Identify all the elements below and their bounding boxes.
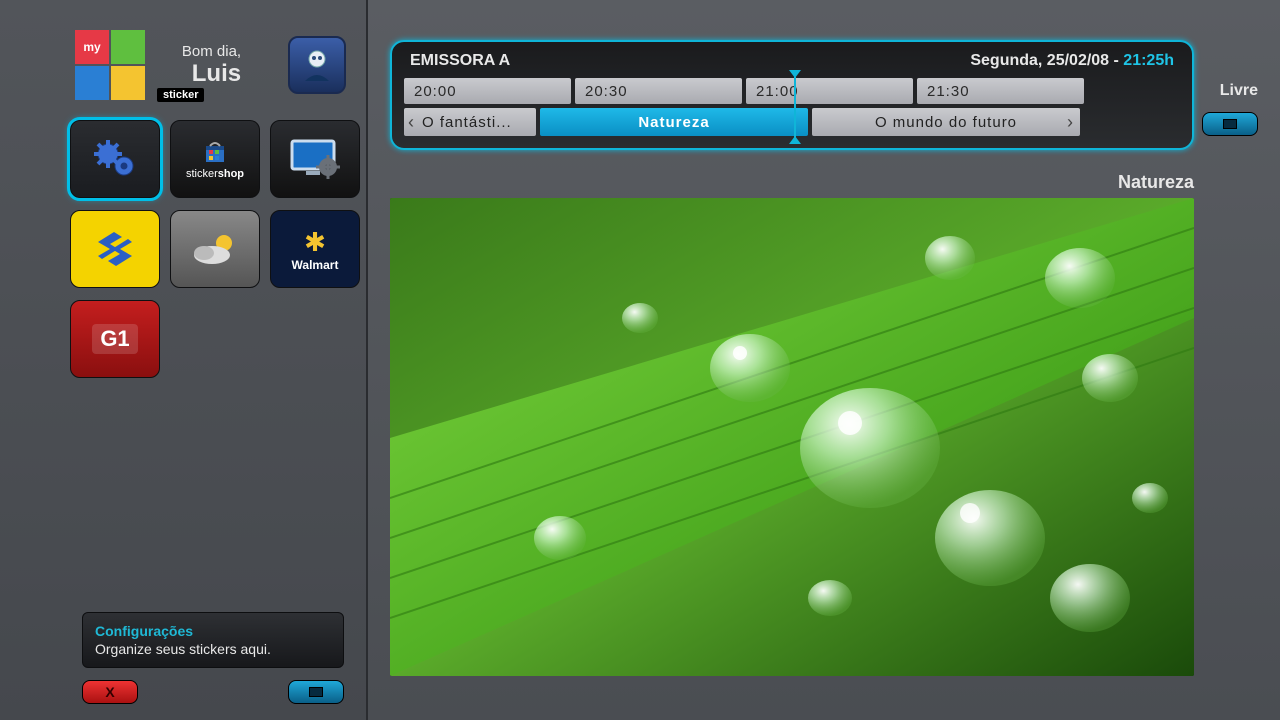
walmart-spark-icon: ✱ xyxy=(304,227,326,258)
time-slot: 20:30 xyxy=(575,78,742,104)
app-logo: my xyxy=(75,30,145,100)
channel-name: EMISSORA A xyxy=(410,52,510,70)
slot-icon xyxy=(309,687,323,697)
header: my sticker Bom dia, Luis xyxy=(75,30,346,100)
shopping-bag-icon xyxy=(201,138,229,166)
info-box: Configurações Organize seus stickers aqu… xyxy=(82,612,344,668)
program-next[interactable]: O mundo do futuro xyxy=(812,108,1080,136)
avatar[interactable] xyxy=(288,36,346,94)
app-label: Walmart xyxy=(292,258,339,272)
logo-label: sticker xyxy=(157,88,204,102)
info-text: Organize seus stickers aqui. xyxy=(95,641,331,657)
bb-logo-icon xyxy=(90,224,140,274)
app-grid: stickershop ✱ Walmart xyxy=(70,120,360,378)
sidebar: my sticker Bom dia, Luis xyxy=(0,0,368,720)
logo-quadrant xyxy=(111,30,145,64)
time-slots: 20:00 20:30 21:00 21:30 xyxy=(404,78,1084,104)
program-row: O fantásti... Natureza O mundo do futuro xyxy=(404,108,1084,136)
gear-icon xyxy=(90,134,140,184)
app-tile-weather[interactable] xyxy=(170,210,260,288)
weather-icon xyxy=(188,229,242,269)
app-tile-stickershop[interactable]: stickershop xyxy=(170,120,260,198)
epg-status: Livre xyxy=(1220,82,1258,100)
app-tile-tv-settings[interactable] xyxy=(270,120,360,198)
logo-quadrant: my xyxy=(75,30,109,64)
greeting: Bom dia, Luis xyxy=(182,43,241,88)
now-indicator xyxy=(794,76,796,138)
app-label: G1 xyxy=(92,324,137,354)
time-slot: 20:00 xyxy=(404,78,571,104)
datetime: Segunda, 25/02/08 - 21:25h xyxy=(970,52,1174,70)
program-current[interactable]: Natureza xyxy=(540,108,808,136)
app-label: stickershop xyxy=(186,168,244,180)
nature-image xyxy=(390,198,1194,676)
video-preview[interactable] xyxy=(390,198,1194,676)
epg-panel: EMISSORA A Segunda, 25/02/08 - 21:25h 20… xyxy=(390,40,1194,150)
time-slot: 21:30 xyxy=(917,78,1084,104)
program-prev[interactable]: O fantásti... xyxy=(404,108,536,136)
info-title: Configurações xyxy=(95,623,331,639)
greeting-text: Bom dia, xyxy=(182,43,241,60)
slot-icon xyxy=(1223,119,1237,129)
monitor-gear-icon xyxy=(286,135,344,183)
username: Luis xyxy=(182,60,241,88)
close-icon: X xyxy=(105,684,114,700)
app-tile-settings[interactable] xyxy=(70,120,160,198)
logo-quadrant xyxy=(75,66,109,100)
app-tile-g1[interactable]: G1 xyxy=(70,300,160,378)
time-slot: 21:00 xyxy=(746,78,913,104)
user-icon xyxy=(299,47,335,83)
close-button[interactable]: X xyxy=(82,680,138,704)
logo-quadrant xyxy=(111,66,145,100)
program-title: Natureza xyxy=(1118,172,1194,193)
app-tile-walmart[interactable]: ✱ Walmart xyxy=(270,210,360,288)
action-button[interactable] xyxy=(288,680,344,704)
epg-action-button[interactable] xyxy=(1202,112,1258,136)
app-tile-banco-brasil[interactable] xyxy=(70,210,160,288)
